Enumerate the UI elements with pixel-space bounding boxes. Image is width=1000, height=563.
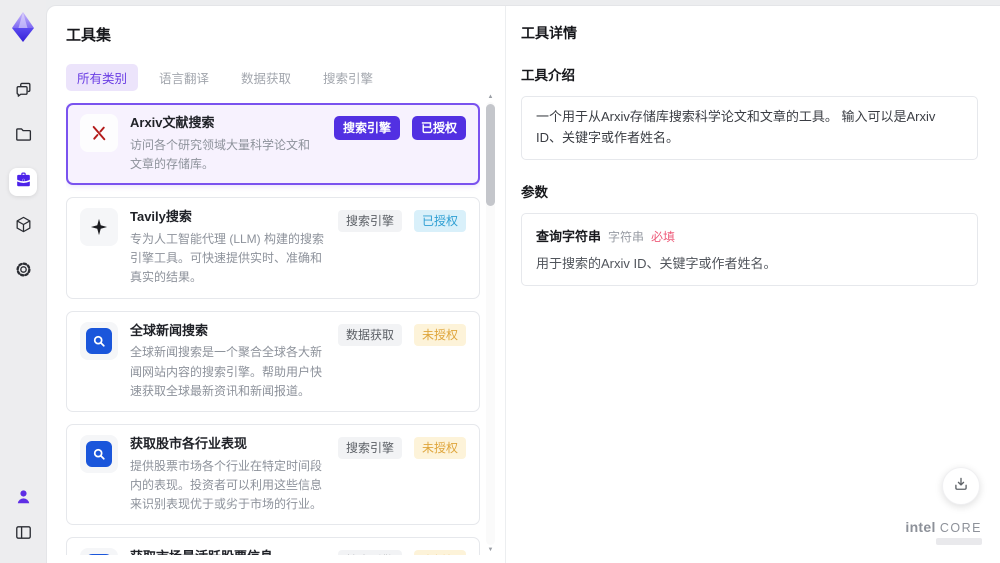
category-badge: 搜索引擎 <box>337 550 402 555</box>
tool-description: 全球新闻搜索是一个聚合全球各大新闻网站内容的搜索引擎。帮助用户快速获取全球最新资… <box>130 345 323 398</box>
tool-description: 提供股票市场各个行业在特定时间段内的表现。投资者可以利用这些信息来识别表现优于或… <box>130 458 323 512</box>
tool-card[interactable]: Tavily搜索 专为人工智能代理 (LLM) 构建的搜索引擎工具。可快速提供实… <box>66 197 480 299</box>
cube-icon <box>14 215 33 239</box>
tool-name: 获取市场最活跃股票信息 <box>130 548 326 555</box>
tool-badges: 搜索引擎 未授权 <box>337 435 466 514</box>
tool-info: 获取市场最活跃股票信息 提供当天交易量最高的股票列表。投资者可以利用这些信息来识… <box>130 548 326 555</box>
scrollbar-track[interactable] <box>486 102 495 545</box>
tool-info: 获取股市各行业表现 提供股票市场各个行业在特定时间段内的表现。投资者可以利用这些… <box>130 435 326 514</box>
sidebar-item-files[interactable] <box>9 123 37 151</box>
app-sidebar <box>0 0 46 563</box>
page-title: 工具集 <box>66 27 112 44</box>
sidebar-item-chat[interactable] <box>9 78 37 106</box>
sidebar-item-packages[interactable] <box>9 213 37 241</box>
sidebar-item-user[interactable] <box>9 485 37 513</box>
tool-icon <box>80 321 118 360</box>
main-content: 工具集 所有类别 语言翻译 数据获取 搜索引擎 Arxiv文献搜索 访问各个研究领域大… <box>46 5 1000 563</box>
tool-icon <box>80 435 118 474</box>
gear-icon <box>14 260 33 284</box>
folder-icon <box>14 125 33 149</box>
auth-status-badge: 未授权 <box>413 323 466 346</box>
category-badge: 搜索引擎 <box>337 437 402 460</box>
user-icon <box>14 487 33 511</box>
tool-info: Tavily搜索 专为人工智能代理 (LLM) 构建的搜索引擎工具。可快速提供实… <box>130 208 326 287</box>
tool-intro-text: 一个用于从Arxiv存储库搜索科学论文和文章的工具。 输入可以是Arxiv ID… <box>536 109 936 145</box>
tool-badges: 搜索引擎 未授权 <box>337 548 466 555</box>
brand-subtext <box>936 538 982 545</box>
tab-4[interactable]: 搜索引擎 <box>312 64 384 91</box>
blue-search-icon <box>86 327 112 354</box>
intel-core-logo: intel CORE <box>905 519 982 545</box>
tool-name: Tavily搜索 <box>130 209 192 225</box>
tool-card[interactable]: 获取市场最活跃股票信息 提供当天交易量最高的股票列表。投资者可以利用这些信息来识… <box>66 537 480 555</box>
tool-intro-box: 一个用于从Arxiv存储库搜索科学论文和文章的工具。 输入可以是Arxiv ID… <box>521 96 978 160</box>
intro-heading: 工具介绍 <box>521 68 575 83</box>
auth-status-badge: 未授权 <box>413 550 466 555</box>
tool-name: 全球新闻搜索 <box>130 322 209 338</box>
tool-info: 全球新闻搜索 全球新闻搜索是一个聚合全球各大新闻网站内容的搜索引擎。帮助用户快速… <box>130 322 326 401</box>
sidebar-nav <box>9 78 37 286</box>
tool-icon <box>80 548 118 555</box>
params-heading: 参数 <box>521 184 548 200</box>
tool-badges: 数据获取 未授权 <box>337 322 466 401</box>
detail-title: 工具详情 <box>521 25 577 41</box>
core-wordmark: CORE <box>939 521 982 535</box>
tool-name: 获取股市各行业表现 <box>130 436 248 452</box>
category-badge: 搜索引擎 <box>333 116 400 140</box>
param-type: 字符串 <box>608 229 645 244</box>
tool-icon <box>80 114 118 152</box>
tool-description: 访问各个研究领域大量科学论文和文章的存储库。 <box>130 137 311 172</box>
panel-icon <box>14 523 33 547</box>
arxiv-logo-icon <box>92 125 106 141</box>
param-head: 查询字符串 字符串 必填 <box>536 226 963 245</box>
tavily-sparkle-icon <box>90 219 108 236</box>
auth-status-badge: 已授权 <box>411 116 466 140</box>
category-badge: 搜索引擎 <box>337 210 402 233</box>
tool-icon <box>80 208 118 247</box>
download-button[interactable] <box>942 467 980 505</box>
tool-card[interactable]: 获取股市各行业表现 提供股票市场各个行业在特定时间段内的表现。投资者可以利用这些… <box>66 424 480 526</box>
tool-card[interactable]: Arxiv文献搜索 访问各个研究领域大量科学论文和文章的存储库。 搜索引擎 已授… <box>66 103 480 186</box>
scroll-down-icon[interactable]: ▼ <box>485 545 496 555</box>
tool-name: Arxiv文献搜索 <box>130 115 215 130</box>
tools-list: Arxiv文献搜索 访问各个研究领域大量科学论文和文章的存储库。 搜索引擎 已授… <box>66 103 480 555</box>
tool-badges: 搜索引擎 已授权 <box>337 208 466 287</box>
tools-panel: 工具集 所有类别 语言翻译 数据获取 搜索引擎 Arxiv文献搜索 访问各个研究领域大… <box>47 6 506 563</box>
tool-badges: 搜索引擎 已授权 <box>333 114 466 174</box>
tool-card[interactable]: 全球新闻搜索 全球新闻搜索是一个聚合全球各大新闻网站内容的搜索引擎。帮助用户快速… <box>66 310 480 413</box>
auth-status-badge: 未授权 <box>413 437 466 460</box>
tab-1[interactable]: 所有类别 <box>66 64 139 91</box>
download-icon <box>952 475 970 498</box>
tool-description: 专为人工智能代理 (LLM) 构建的搜索引擎工具。可快速提供实时、准确和真实的结… <box>130 232 325 285</box>
scrollbar-thumb[interactable] <box>486 104 495 206</box>
scroll-up-icon[interactable]: ▲ <box>485 92 496 102</box>
param-box: 查询字符串 字符串 必填 用于搜索的Arxiv ID、关键字或作者姓名。 <box>521 212 978 287</box>
sidebar-bottom <box>9 485 37 563</box>
briefcase-icon <box>14 170 33 194</box>
sidebar-item-settings[interactable] <box>9 258 37 286</box>
blue-search-icon <box>86 441 112 468</box>
param-required-badge: 必填 <box>651 229 676 244</box>
detail-panel: 工具详情 工具介绍 一个用于从Arxiv存储库搜索科学论文和文章的工具。 输入可… <box>506 6 1000 563</box>
sidebar-item-panel-toggle[interactable] <box>9 521 37 549</box>
chat-icon <box>14 80 33 104</box>
param-name: 查询字符串 <box>536 228 602 244</box>
sidebar-item-tools[interactable] <box>9 168 37 196</box>
tool-info: Arxiv文献搜索 访问各个研究领域大量科学论文和文章的存储库。 <box>130 114 322 174</box>
param-desc: 用于搜索的Arxiv ID、关键字或作者姓名。 <box>536 255 777 271</box>
blue-search-icon <box>86 554 112 555</box>
app-logo-icon <box>7 10 39 44</box>
intel-wordmark: intel <box>905 519 936 535</box>
list-scrollbar[interactable]: ▲ ▼ <box>485 92 496 555</box>
auth-status-badge: 已授权 <box>413 210 466 233</box>
category-tabs: 所有类别 语言翻译 数据获取 搜索引擎 <box>66 64 505 91</box>
category-badge: 数据获取 <box>337 323 402 346</box>
tab-2[interactable]: 语言翻译 <box>148 64 220 91</box>
tab-3[interactable]: 数据获取 <box>230 64 302 91</box>
